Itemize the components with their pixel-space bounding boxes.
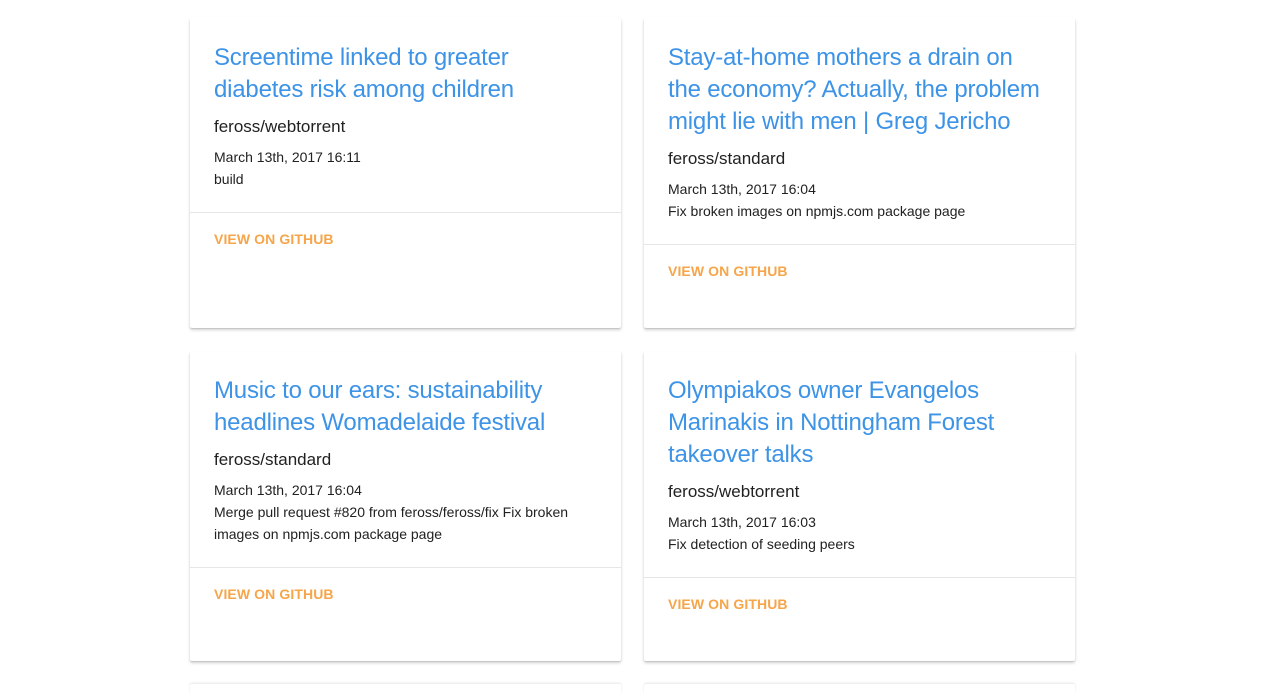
news-card-grid: Screentime linked to greater diabetes ri… [190, 18, 1075, 661]
card-title: Screentime linked to greater diabetes ri… [214, 44, 514, 103]
card-actions: VIEW ON GITHUB [190, 568, 621, 604]
card-repo: feross/standard [214, 450, 332, 469]
card-actions: VIEW ON GITHUB [644, 245, 1075, 281]
card-repo: feross/webtorrent [214, 117, 346, 136]
view-on-github-button[interactable]: VIEW ON GITHUB [668, 263, 788, 279]
card-title: Stay-at-home mothers a drain on the econ… [668, 44, 1040, 135]
card-title: Music to our ears: sustainability headli… [214, 377, 546, 436]
news-card: Screentime linked to greater diabetes ri… [190, 18, 621, 328]
card-date: March 13th, 2017 16:03 [668, 514, 816, 530]
card-date: March 13th, 2017 16:11 [214, 149, 361, 165]
view-on-github-button[interactable]: VIEW ON GITHUB [668, 596, 788, 612]
card-body: Olympiakos owner Evangelos Marinakis in … [644, 351, 1075, 577]
card-date: March 13th, 2017 16:04 [214, 482, 362, 498]
card-body: Stay-at-home mothers a drain on the econ… [644, 18, 1075, 244]
view-on-github-button[interactable]: VIEW ON GITHUB [214, 586, 334, 602]
card-actions: VIEW ON GITHUB [644, 578, 1075, 614]
card-title: Olympiakos owner Evangelos Marinakis in … [668, 377, 995, 468]
card-repo: feross/webtorrent [668, 482, 800, 501]
news-card: Stay-at-home mothers a drain on the econ… [644, 18, 1075, 328]
news-card: Olympiakos owner Evangelos Marinakis in … [644, 351, 1075, 661]
card-body: Screentime linked to greater diabetes ri… [190, 18, 621, 212]
card-date: March 13th, 2017 16:04 [668, 181, 816, 197]
view-on-github-button[interactable]: VIEW ON GITHUB [214, 231, 334, 247]
next-card-edge [644, 684, 1075, 694]
card-commit-message: Fix detection of seeding peers [668, 536, 855, 552]
next-card-edge [190, 684, 621, 694]
card-commit-message: build [214, 171, 244, 187]
card-commit-message: Fix broken images on npmjs.com package p… [668, 203, 966, 219]
card-body: Music to our ears: sustainability headli… [190, 351, 621, 567]
card-actions: VIEW ON GITHUB [190, 213, 621, 249]
card-repo: feross/standard [668, 149, 786, 168]
news-card: Music to our ears: sustainability headli… [190, 351, 621, 661]
card-commit-message: Merge pull request #820 from feross/fero… [214, 504, 569, 542]
